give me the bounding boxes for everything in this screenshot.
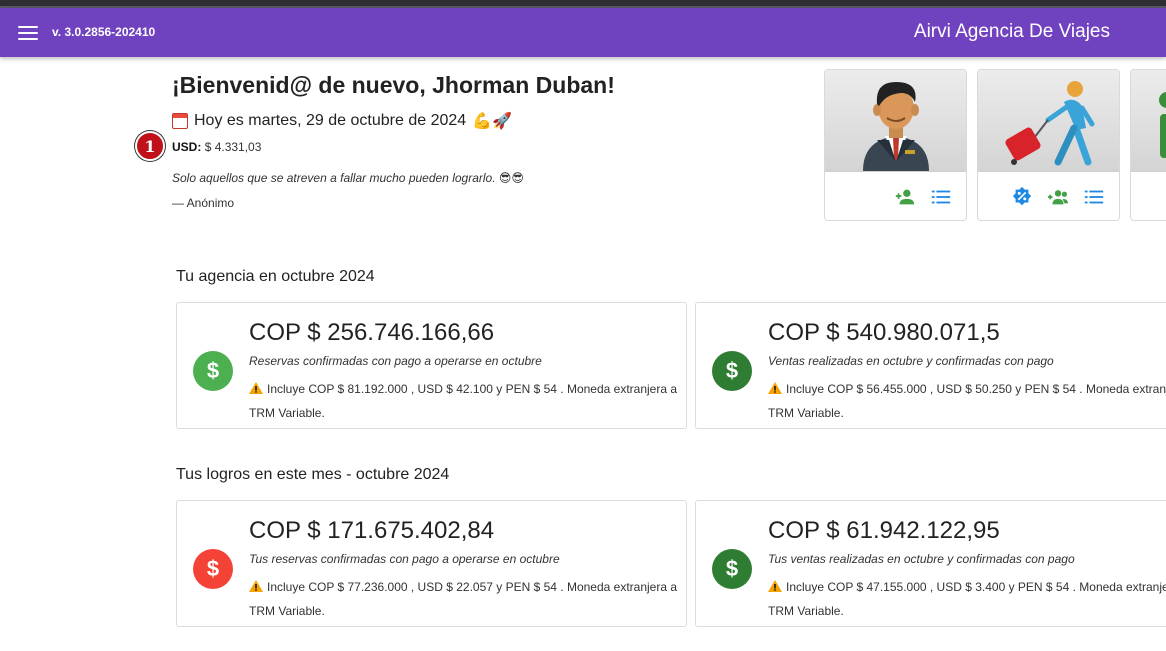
dollar-icon: $ xyxy=(712,549,752,589)
achievement-stat-card-1: $ COP $ 171.675.402,84 Tus reservas conf… xyxy=(176,500,687,627)
traveler-illustration xyxy=(978,70,1119,172)
window-top-strip xyxy=(0,0,1166,8)
discount-badge-icon[interactable] xyxy=(1011,186,1033,208)
stat-description: Tus ventas realizadas en octubre y confi… xyxy=(768,552,1075,566)
agent-actions xyxy=(894,186,952,208)
quote-author: — Anónimo xyxy=(172,196,235,210)
usd-rate: USD: $ 4.331,03 xyxy=(172,140,261,154)
calendar-icon xyxy=(172,113,188,129)
agency-stat-card-2: $ COP $ 540.980.071,5 Ventas realizadas … xyxy=(695,302,1166,429)
usd-label: USD: xyxy=(172,140,202,154)
stat-description: Reservas confirmadas con pago a operarse… xyxy=(249,354,542,368)
today-emojis: 💪🚀 xyxy=(472,113,513,130)
stat-note: Incluye COP $ 47.155.000 , USD $ 3.400 y… xyxy=(768,575,1166,623)
daily-quote: Solo aquellos que se atreven a fallar mu… xyxy=(172,171,524,185)
traveler-actions xyxy=(1011,186,1105,208)
achievement-stat-card-2: $ COP $ 61.942.122,95 Tus ventas realiza… xyxy=(695,500,1166,627)
person-add-icon[interactable] xyxy=(894,186,916,208)
profile-card-partial xyxy=(1130,69,1166,221)
agency-section-title: Tu agencia en octubre 2024 xyxy=(176,268,375,285)
warning-icon xyxy=(249,580,263,592)
group-add-icon[interactable] xyxy=(1047,186,1069,208)
app-bar: v. 3.0.2856-202410 Airvi Agencia De Viaj… xyxy=(0,8,1166,57)
menu-icon[interactable] xyxy=(18,25,38,41)
profile-card-agent xyxy=(824,69,967,221)
stat-note-text: Incluye COP $ 77.236.000 , USD $ 22.057 … xyxy=(249,580,678,618)
today-line: Hoy es martes, 29 de octubre de 2024 💪🚀 xyxy=(172,111,512,131)
stat-amount: COP $ 61.942.122,95 xyxy=(768,517,1000,544)
profile-card-traveler xyxy=(977,69,1120,221)
stat-note-text: Incluye COP $ 81.192.000 , USD $ 42.100 … xyxy=(249,382,678,420)
warning-icon xyxy=(768,580,782,592)
dollar-icon: $ xyxy=(712,351,752,391)
dollar-icon: $ xyxy=(193,351,233,391)
annotation-badge: 1 xyxy=(135,131,165,161)
stat-description: Ventas realizadas en octubre y confirmad… xyxy=(768,354,1054,368)
stat-description: Tus reservas confirmadas con pago a oper… xyxy=(249,552,560,566)
stat-note: Incluye COP $ 56.455.000 , USD $ 50.250 … xyxy=(768,377,1166,425)
dollar-icon: $ xyxy=(193,549,233,589)
stat-amount: COP $ 171.675.402,84 xyxy=(249,517,495,544)
stat-amount: COP $ 540.980.071,5 xyxy=(768,319,1000,346)
stat-note-text: Incluye COP $ 56.455.000 , USD $ 50.250 … xyxy=(768,382,1166,420)
app-title: Airvi Agencia De Viajes xyxy=(913,21,1110,42)
app-version: v. 3.0.2856-202410 xyxy=(52,25,156,39)
stat-amount: COP $ 256.746.166,66 xyxy=(249,319,495,346)
welcome-heading: ¡Bienvenid@ de nuevo, Jhorman Duban! xyxy=(172,72,615,98)
list-icon[interactable] xyxy=(930,186,952,208)
agency-stat-card-1: $ COP $ 256.746.166,66 Reservas confirma… xyxy=(176,302,687,429)
achievements-section-title: Tus logros en este mes - octubre 2024 xyxy=(176,466,450,483)
stat-note: Incluye COP $ 77.236.000 , USD $ 22.057 … xyxy=(249,575,679,623)
usd-value: $ 4.331,03 xyxy=(204,140,262,154)
partial-illustration xyxy=(1131,70,1166,172)
warning-icon xyxy=(249,382,263,394)
list-icon[interactable] xyxy=(1083,186,1105,208)
today-text: Hoy es martes, 29 de octubre de 2024 xyxy=(194,112,467,129)
warning-icon xyxy=(768,382,782,394)
stat-note: Incluye COP $ 81.192.000 , USD $ 42.100 … xyxy=(249,377,679,425)
agent-illustration xyxy=(825,70,966,172)
stat-note-text: Incluye COP $ 47.155.000 , USD $ 3.400 y… xyxy=(768,580,1166,618)
